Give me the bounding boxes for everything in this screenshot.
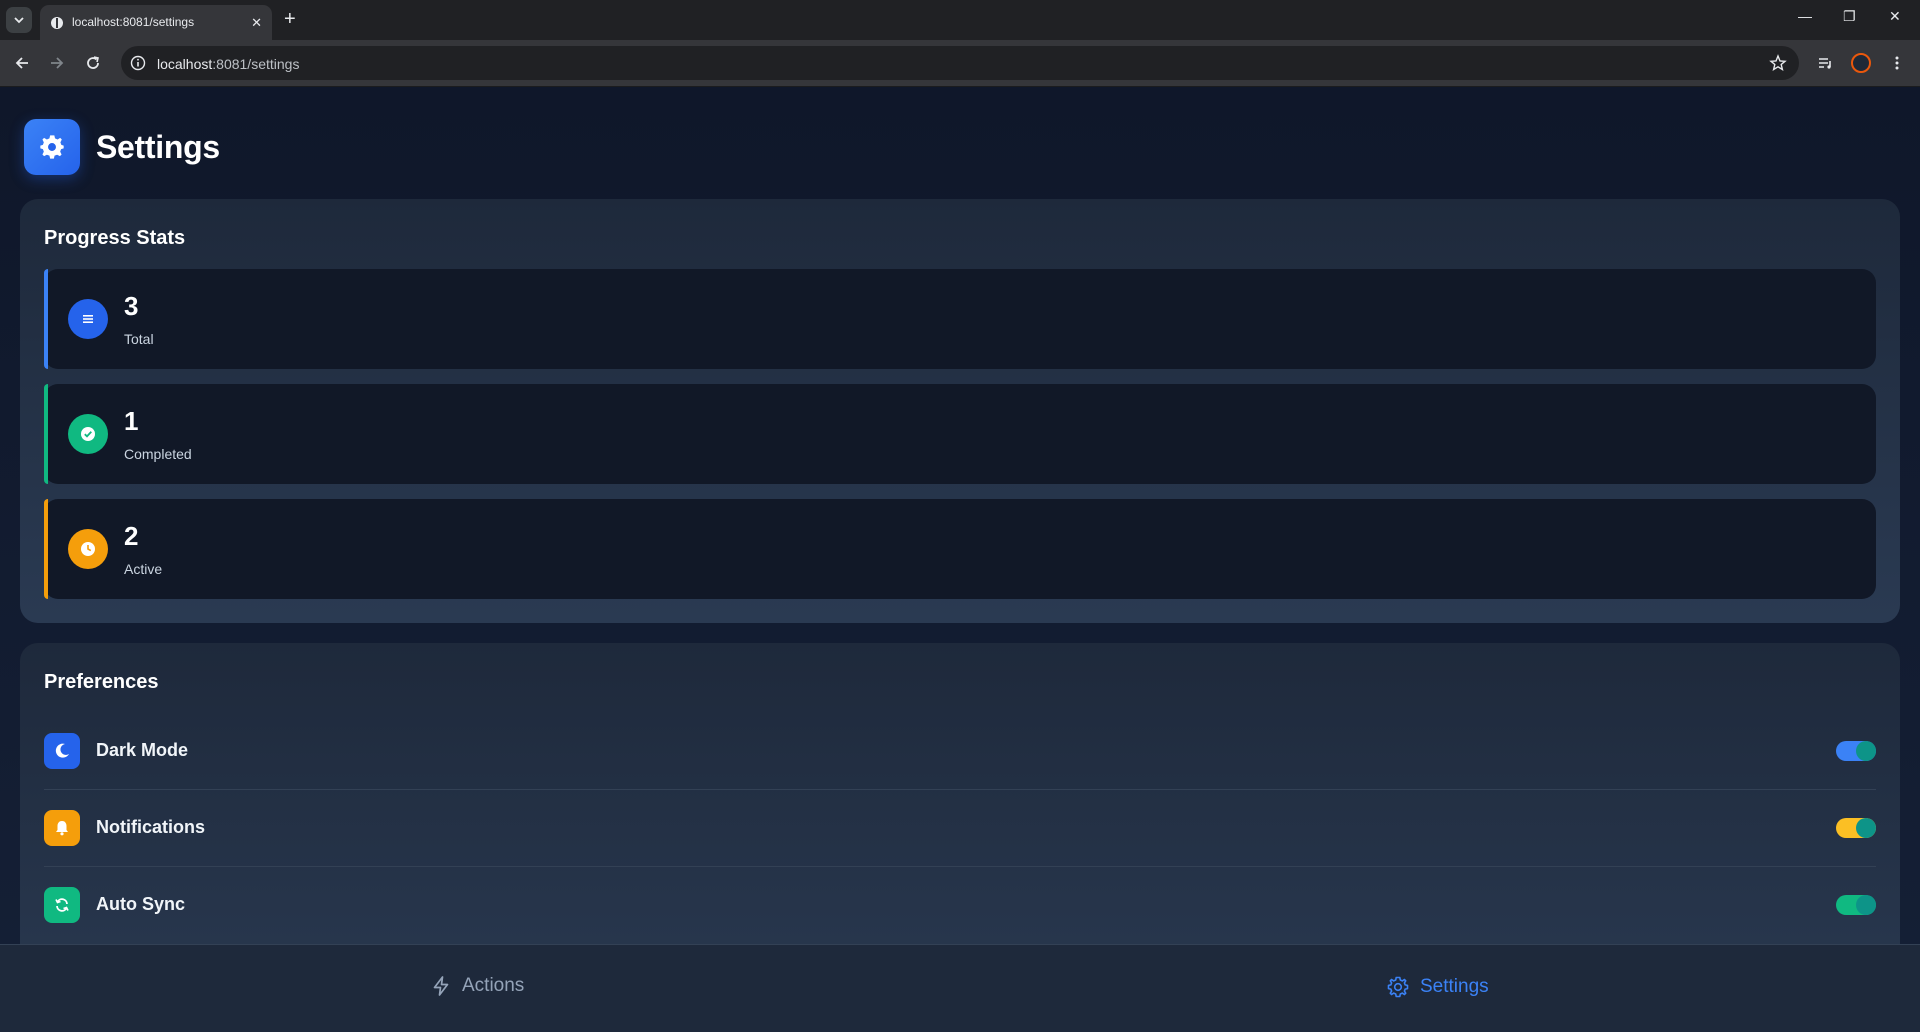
stat-value: 1 (124, 406, 139, 436)
stat-value: 3 (124, 291, 139, 321)
notifications-toggle[interactable] (1836, 818, 1876, 838)
pref-label: Notifications (96, 817, 206, 837)
preferences-title: Preferences (44, 671, 159, 693)
new-tab-button[interactable]: + (284, 9, 296, 29)
bell-icon (44, 810, 80, 846)
progress-stats-card: Progress Stats 3 Total 1 Completed 2 Act… (20, 199, 1900, 623)
pref-auto-sync: Auto Sync (44, 867, 1876, 944)
list-icon (68, 299, 108, 339)
nav-settings[interactable]: Settings (1386, 975, 1489, 999)
pref-label: Auto Sync (96, 894, 186, 914)
progress-stats-title: Progress Stats (44, 227, 186, 249)
url-text: localhost:8081/settings (157, 56, 299, 72)
url-host: localhost (157, 56, 213, 72)
stat-value: 2 (124, 521, 139, 551)
browser-menu-icon[interactable] (1886, 52, 1908, 74)
site-info-icon[interactable] (129, 54, 147, 72)
chevron-down-icon (14, 17, 24, 24)
stat-label: Total (124, 331, 154, 347)
stat-total: 3 Total (44, 269, 1876, 369)
close-window-icon[interactable]: ✕ (1889, 8, 1901, 25)
reload-icon[interactable] (82, 52, 104, 74)
auto-sync-toggle[interactable] (1836, 895, 1876, 915)
page-title: Settings (96, 128, 220, 165)
forward-icon[interactable] (46, 52, 68, 74)
back-icon[interactable] (11, 52, 33, 74)
nav-label: Actions (462, 975, 525, 996)
favicon-icon (51, 17, 63, 29)
address-bar[interactable]: localhost:8081/settings (121, 46, 1799, 80)
page-header: Settings (24, 119, 220, 175)
toggle-knob (1856, 818, 1876, 838)
gear-icon (24, 119, 80, 175)
url-path: :8081/settings (212, 56, 300, 72)
moon-icon (44, 733, 80, 769)
clock-icon (68, 529, 108, 569)
stat-completed: 1 Completed (44, 384, 1876, 484)
bookmark-star-icon[interactable] (1769, 54, 1787, 72)
nav-actions[interactable]: Actions (430, 975, 524, 997)
media-controls-icon[interactable] (1814, 52, 1836, 74)
browser-tab[interactable]: localhost:8081/settings ✕ (40, 5, 272, 40)
minimize-icon[interactable]: — (1798, 8, 1812, 24)
stat-active: 2 Active (44, 499, 1876, 599)
pref-dark-mode: Dark Mode (44, 713, 1876, 790)
stat-label: Active (124, 561, 163, 577)
settings-page: Settings Progress Stats 3 Total 1 Comple… (0, 87, 1920, 1032)
profile-avatar[interactable] (1850, 52, 1872, 74)
dark-mode-toggle[interactable] (1836, 741, 1876, 761)
tab-title: localhost:8081/settings (72, 15, 195, 29)
pref-label: Dark Mode (96, 740, 189, 760)
check-circle-icon (68, 414, 108, 454)
tab-search-button[interactable] (6, 7, 32, 33)
toggle-knob (1856, 895, 1876, 915)
browser-tab-bar: localhost:8081/settings ✕ + — ❐ ✕ (0, 0, 1920, 40)
toggle-knob (1856, 741, 1876, 761)
gear-icon (1387, 976, 1409, 998)
bottom-nav: Actions Settings (0, 944, 1920, 1032)
stat-label: Completed (124, 446, 192, 462)
browser-toolbar: localhost:8081/settings (0, 40, 1920, 87)
lightning-icon (433, 976, 449, 996)
pref-notifications: Notifications (44, 790, 1876, 867)
restore-icon[interactable]: ❐ (1843, 8, 1856, 25)
sync-icon (44, 887, 80, 923)
nav-label: Settings (1420, 976, 1489, 997)
tab-close-icon[interactable]: ✕ (251, 15, 262, 31)
